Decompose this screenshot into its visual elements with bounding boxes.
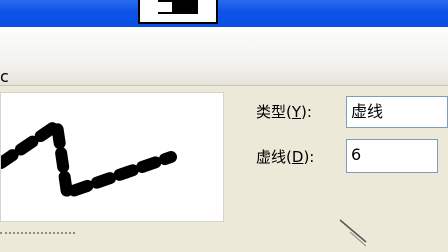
title-icon — [138, 0, 218, 24]
dotted-separator — [0, 232, 75, 234]
preview-dashed-path — [1, 119, 177, 199]
title-icon-center — [148, 2, 172, 12]
dash-size-input[interactable]: 6 — [346, 139, 438, 173]
dashed-line-preview-graphic — [1, 119, 177, 199]
dialog-header-text: c — [0, 67, 9, 86]
dash-label-text: 虚线 — [256, 148, 287, 166]
line-type-label-text: 类型 — [256, 103, 287, 121]
line-type-value: 虚线 — [351, 102, 384, 121]
line-preview — [0, 92, 224, 222]
line-type-paren-close: ): — [301, 103, 312, 121]
dash-accel-key: D — [291, 148, 304, 166]
window-titlebar[interactable] — [0, 0, 448, 27]
dash-size-value: 6 — [351, 145, 362, 164]
line-type-label: 类型(Y): — [256, 101, 312, 122]
dialog-header: c — [0, 27, 448, 86]
dash-label: 虚线(D): — [256, 146, 314, 167]
resize-grip-icon[interactable] — [336, 218, 370, 248]
dash-paren-close: ): — [303, 148, 315, 166]
line-type-select[interactable]: 虚线 — [346, 96, 448, 128]
line-type-accel-key: Y — [291, 103, 302, 121]
